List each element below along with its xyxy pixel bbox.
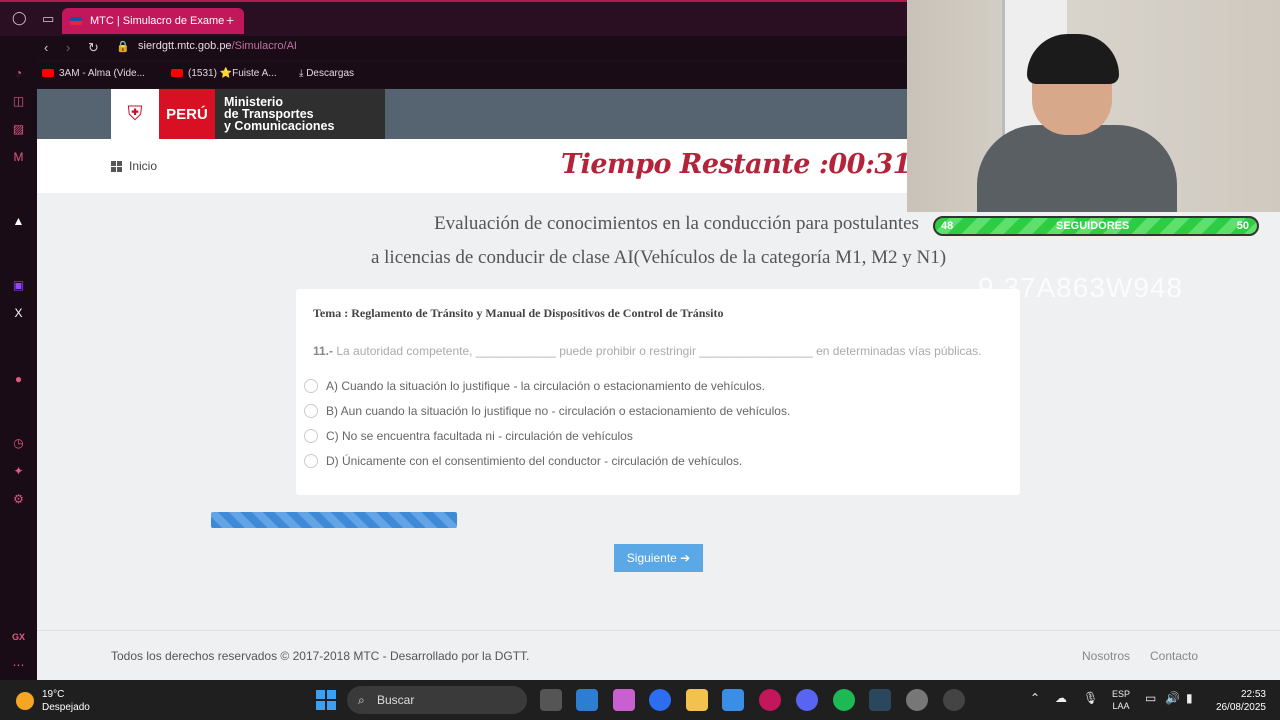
followers-goal-bar: 48 SEGUIDORES 50: [933, 216, 1259, 236]
windows-taskbar: 19°C Despejado ⌕ Buscar ⌃ ☁ 🎙 ESP LAA ▭ …: [0, 680, 1280, 720]
opera-gx-icon[interactable]: [759, 689, 781, 711]
new-tab-icon[interactable]: +: [226, 12, 234, 28]
volume-icon[interactable]: 🔊: [1165, 692, 1180, 704]
logo-country: PERÚ: [159, 89, 215, 139]
address-bar: ‹ › ↻ 🔒 sierdgtt.mtc.gob.pe/Simulacro/AI: [0, 36, 907, 60]
footer-divider: [37, 630, 1280, 631]
weather-widget[interactable]: 19°C Despejado: [16, 688, 90, 714]
more-icon[interactable]: ⋯: [0, 658, 37, 672]
answer-option-b[interactable]: B) Aun cuando la situación lo justifique…: [304, 404, 790, 418]
forward-icon[interactable]: ›: [66, 40, 70, 55]
taskbar-clock[interactable]: 22:53 26/08/2025: [1208, 688, 1266, 714]
browser-tabbar: ◯ ▭ MTC | Simulacro de Exame +: [0, 0, 907, 36]
streamer-image: [977, 34, 1177, 212]
nav-home-link[interactable]: Inicio: [111, 159, 157, 173]
messenger-icon[interactable]: M: [0, 150, 37, 164]
copilot-icon[interactable]: [613, 689, 635, 711]
footer-copyright: Todos los derechos reservados © 2017-201…: [111, 649, 530, 663]
answer-option-c[interactable]: C) No se encuentra facultada ni - circul…: [304, 429, 633, 443]
tab-title: MTC | Simulacro de Exame: [90, 15, 225, 27]
history-icon[interactable]: ◔: [0, 66, 37, 80]
discord-icon[interactable]: [796, 689, 818, 711]
clock-icon[interactable]: ◷: [0, 436, 37, 450]
bag-icon[interactable]: ◫: [0, 94, 37, 108]
back-icon[interactable]: ‹: [44, 40, 48, 55]
x-icon[interactable]: X: [0, 306, 37, 320]
extensions-icon[interactable]: ✦: [0, 464, 37, 478]
bookmark-item[interactable]: (1531) ⭐Fuiste A...: [171, 68, 277, 79]
radio-button[interactable]: [304, 454, 318, 468]
steam-icon[interactable]: [869, 689, 891, 711]
settings-icon[interactable]: ⚙: [0, 492, 37, 506]
search-icon: ⌕: [358, 693, 365, 707]
store-icon[interactable]: [576, 689, 598, 711]
answer-option-d[interactable]: D) Únicamente con el consentimiento del …: [304, 454, 742, 468]
radio-button[interactable]: [304, 379, 318, 393]
app-icon[interactable]: [722, 689, 744, 711]
tab-menu-icon[interactable]: ▭: [42, 11, 54, 27]
radio-button[interactable]: [304, 429, 318, 443]
youtube-icon: [42, 69, 54, 78]
gx-icon[interactable]: GX: [0, 632, 37, 642]
stream-watermark: 9 37A863W948: [978, 272, 1184, 303]
reload-icon[interactable]: ↻: [88, 40, 99, 56]
question-text: 11.- La autoridad competente, __________…: [313, 344, 982, 358]
bookmarks-bar: 3AM - Alma (Vide... (1531) ⭐Fuiste A... …: [0, 62, 907, 88]
dashboard-icon: [111, 160, 122, 172]
tray-chevron-icon[interactable]: ⌃: [1030, 692, 1040, 704]
aria-icon[interactable]: ▲: [0, 214, 37, 228]
logo-ministry: Ministerio de Transportes y Comunicacion…: [224, 95, 335, 133]
windows-start-icon[interactable]: [316, 690, 336, 710]
microphone-icon[interactable]: 🎙: [1083, 692, 1098, 704]
footer-link-contact[interactable]: Contacto: [1150, 649, 1198, 663]
remaining-time: Tiempo Restante :00:31:11: [561, 149, 957, 180]
zoom-icon[interactable]: [649, 689, 671, 711]
peru-seal-icon: ⛨: [111, 89, 159, 139]
question-card: Tema : Reglamento de Tránsito y Manual d…: [296, 289, 1020, 495]
exam-progress-bar: [211, 512, 457, 528]
opera-logo-icon[interactable]: ◯: [12, 10, 27, 26]
question-topic: Tema : Reglamento de Tránsito y Manual d…: [313, 306, 724, 320]
lock-icon: 🔒: [116, 41, 130, 53]
file-explorer-icon[interactable]: [686, 689, 708, 711]
language-indicator[interactable]: ESP LAA: [1112, 688, 1130, 712]
obs-icon[interactable]: [943, 689, 965, 711]
youtube-icon: [171, 69, 183, 78]
settings-icon[interactable]: [906, 689, 928, 711]
bookmark-item[interactable]: ⤓ Descargas: [299, 68, 354, 79]
radio-button[interactable]: [304, 404, 318, 418]
task-view-icon[interactable]: [540, 689, 562, 711]
spotify-icon[interactable]: [833, 689, 855, 711]
browser-tab-active[interactable]: MTC | Simulacro de Exame: [62, 8, 244, 34]
mtc-logo[interactable]: ⛨ PERÚ Ministerio de Transportes y Comun…: [111, 89, 385, 139]
twitch-icon[interactable]: ▣: [0, 278, 37, 292]
pen-icon[interactable]: ▨: [0, 122, 37, 136]
footer-link-about[interactable]: Nosotros: [1082, 649, 1130, 663]
taskbar-search[interactable]: ⌕ Buscar: [347, 686, 527, 714]
battery-icon[interactable]: ▮: [1186, 692, 1193, 704]
spotify-icon[interactable]: ●: [0, 372, 37, 386]
bookmark-item[interactable]: 3AM - Alma (Vide...: [42, 68, 145, 79]
url-path: /Simulacro/AI: [231, 40, 297, 52]
answer-option-a[interactable]: A) Cuando la situación lo justifique - l…: [304, 379, 765, 393]
moon-icon: [16, 692, 34, 710]
browser-sidebar: ◔ ◫ ▨ M ▲ ▣ X ● ◷ ✦ ⚙ GX ⋯: [0, 60, 37, 680]
url-field[interactable]: sierdgtt.mtc.gob.pe/Simulacro/AI: [138, 40, 297, 52]
url-host: sierdgtt.mtc.gob.pe: [138, 40, 232, 52]
cloud-icon[interactable]: ☁: [1055, 692, 1067, 704]
webcam-feed: [907, 0, 1280, 212]
network-icon[interactable]: ▭: [1145, 692, 1156, 704]
next-button[interactable]: Siguiente ➔: [614, 544, 703, 572]
mtc-favicon-icon: [70, 17, 82, 25]
